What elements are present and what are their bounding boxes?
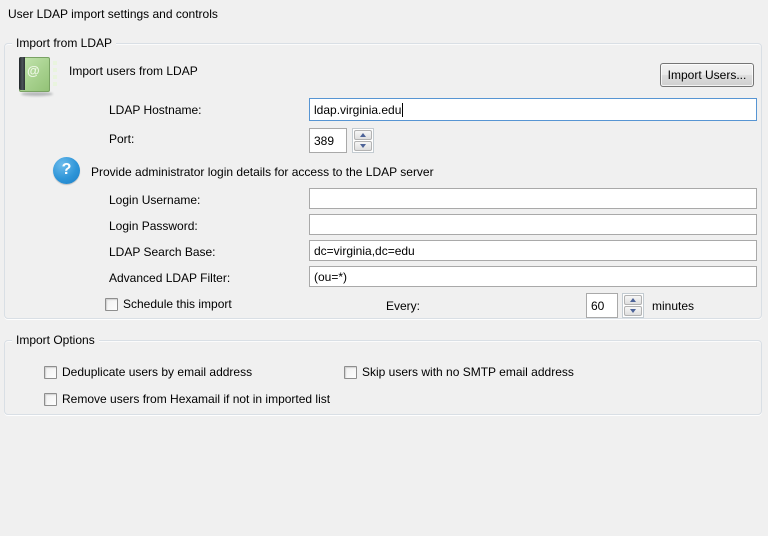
interval-spinner-down-button[interactable]: [624, 306, 642, 316]
group-import-from-ldap: Import from LDAP @ Import users from LDA…: [4, 43, 762, 319]
remove-users-not-imported-row: Remove users from Hexamail if not in imp…: [44, 392, 330, 406]
interval-minutes-input[interactable]: [586, 293, 618, 318]
address-book-icon-tabs: [53, 61, 57, 87]
deduplicate-users-label: Deduplicate users by email address: [62, 365, 252, 379]
page-title: User LDAP import settings and controls: [8, 7, 218, 21]
address-book-icon-shadow: [21, 92, 53, 96]
import-users-heading: Import users from LDAP: [69, 64, 198, 78]
login-password-label: Login Password:: [109, 219, 198, 233]
port-label: Port:: [109, 132, 134, 146]
skip-users-no-smtp-row: Skip users with no SMTP email address: [344, 365, 574, 379]
address-book-icon-spine: [19, 57, 25, 90]
ldap-hostname-label: LDAP Hostname:: [109, 103, 202, 117]
skip-users-no-smtp-checkbox[interactable]: [344, 366, 357, 379]
address-book-icon: @: [18, 56, 54, 96]
ldap-hostname-input[interactable]: ldap.virginia.edu: [309, 98, 757, 121]
every-label: Every:: [386, 299, 420, 313]
port-input[interactable]: [309, 128, 347, 153]
arrow-up-icon: [630, 298, 636, 302]
import-users-button[interactable]: Import Users...: [660, 63, 754, 87]
deduplicate-users-row: Deduplicate users by email address: [44, 365, 252, 379]
arrow-down-icon: [630, 309, 636, 313]
ldap-search-base-input[interactable]: [309, 240, 757, 261]
ldap-hostname-value: ldap.virginia.edu: [314, 103, 401, 117]
help-icon: ?: [53, 157, 80, 184]
schedule-import-checkbox[interactable]: [105, 298, 118, 311]
interval-spinner-up-button[interactable]: [624, 295, 642, 305]
remove-users-not-imported-checkbox[interactable]: [44, 393, 57, 406]
ldap-settings-panel: User LDAP import settings and controls I…: [0, 0, 768, 536]
schedule-import-row: Schedule this import: [105, 297, 232, 311]
at-glyph: @: [27, 64, 40, 78]
login-username-input[interactable]: [309, 188, 757, 209]
schedule-import-label: Schedule this import: [123, 297, 232, 311]
group-import-options-label: Import Options: [12, 333, 99, 347]
interval-spinner: [622, 293, 644, 318]
skip-users-no-smtp-label: Skip users with no SMTP email address: [362, 365, 574, 379]
group-import-from-ldap-label: Import from LDAP: [12, 36, 116, 50]
port-spinner: [352, 128, 374, 153]
deduplicate-users-checkbox[interactable]: [44, 366, 57, 379]
advanced-ldap-filter-input[interactable]: [309, 266, 757, 287]
ldap-search-base-label: LDAP Search Base:: [109, 245, 216, 259]
text-caret: [402, 103, 403, 117]
port-spinner-down-button[interactable]: [354, 141, 372, 151]
remove-users-not-imported-label: Remove users from Hexamail if not in imp…: [62, 392, 330, 406]
port-spinner-up-button[interactable]: [354, 130, 372, 140]
admin-login-note: Provide administrator login details for …: [91, 165, 434, 179]
minutes-unit-label: minutes: [652, 299, 694, 313]
login-password-input[interactable]: [309, 214, 757, 235]
advanced-ldap-filter-label: Advanced LDAP Filter:: [109, 271, 230, 285]
arrow-up-icon: [360, 133, 366, 137]
login-username-label: Login Username:: [109, 193, 200, 207]
arrow-down-icon: [360, 144, 366, 148]
group-import-options: Import Options Deduplicate users by emai…: [4, 340, 762, 415]
